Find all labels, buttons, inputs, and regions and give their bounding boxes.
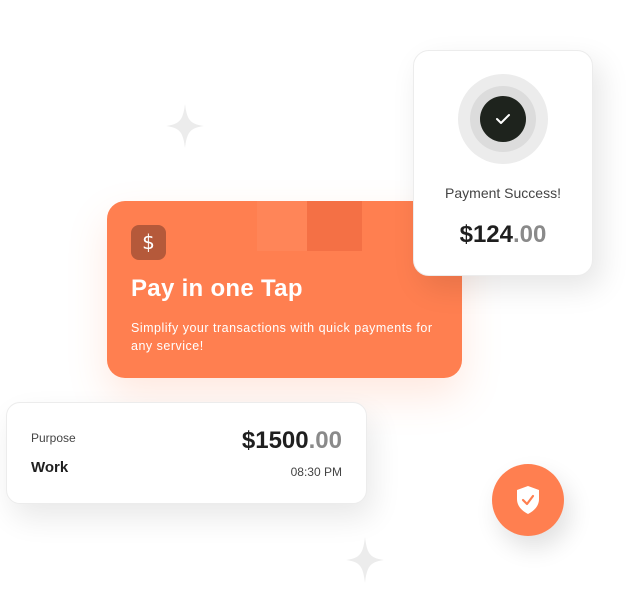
promo-card: $ Pay in one Tap Simplify your transacti… — [107, 201, 462, 378]
amount-main: $124 — [459, 221, 513, 248]
shield-check-icon — [517, 486, 539, 514]
amount-main: $1500 — [241, 427, 309, 454]
payment-success-card: Payment Success! $124.00 — [413, 50, 593, 276]
promo-decoration — [307, 201, 362, 251]
promo-description: Simplify your transactions with quick pa… — [131, 321, 433, 353]
amount-cents: .00 — [513, 221, 547, 248]
sparkle-icon — [166, 104, 204, 148]
sparkle-icon — [346, 537, 384, 583]
promo-title: Pay in one Tap — [131, 275, 303, 302]
amount-cents: .00 — [308, 427, 342, 454]
success-label: Payment Success! — [445, 185, 561, 201]
success-amount: $124.00 — [414, 221, 592, 249]
purpose-label: Purpose — [31, 431, 76, 445]
shield-button[interactable] — [492, 464, 564, 536]
purpose-time: 08:30 PM — [290, 465, 342, 479]
check-icon — [480, 96, 526, 142]
purpose-value: Work — [31, 459, 69, 476]
dollar-icon: $ — [131, 225, 166, 260]
purpose-card: Purpose Work $1500.00 08:30 PM — [6, 402, 367, 504]
purpose-amount: $1500.00 — [242, 427, 342, 455]
check-ring — [458, 74, 548, 164]
promo-decoration — [257, 201, 307, 251]
